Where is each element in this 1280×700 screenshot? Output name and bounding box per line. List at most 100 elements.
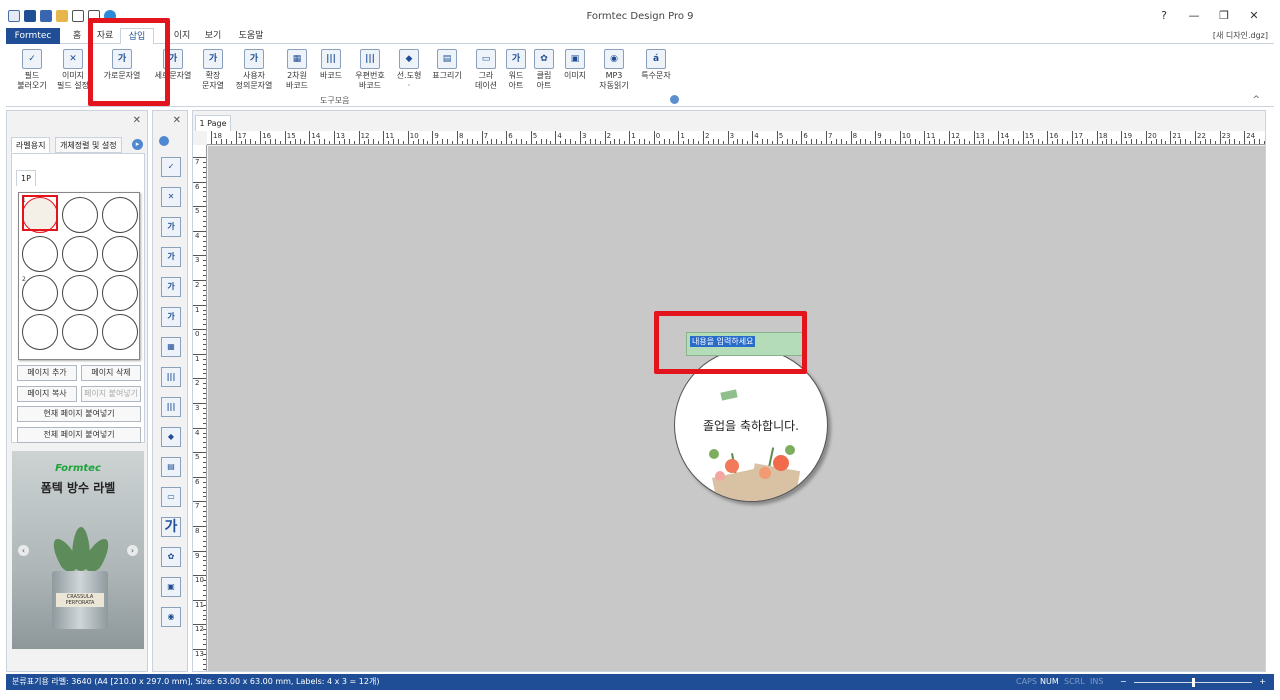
ruler-minor-tick — [683, 141, 685, 144]
ruler-minor-tick — [865, 139, 867, 144]
delete-page-button[interactable]: 페이지 삭제 — [81, 365, 141, 381]
shapes-tool[interactable]: ◆ — [161, 427, 181, 447]
ruler-minor-tick — [1126, 141, 1128, 144]
label-cell[interactable] — [62, 197, 98, 233]
ad-next-button[interactable]: › — [127, 545, 138, 556]
postal-barcode-button[interactable]: ||| 우편번호 바코드 — [350, 49, 390, 91]
paste-all-pages-button[interactable]: 전체 페이지 붙여넣기 — [17, 427, 141, 443]
barcode-button[interactable]: ||| 바코드 — [316, 49, 346, 81]
ruler-minor-tick — [466, 139, 468, 144]
close-toolstrip-icon[interactable]: ✕ — [173, 115, 181, 126]
panel-arrow-icon[interactable]: ▸ — [132, 139, 143, 150]
label-cell[interactable] — [22, 314, 58, 350]
ruler-minor-tick — [412, 141, 414, 144]
help-window-button[interactable]: ? — [1156, 9, 1172, 23]
tab-formtec[interactable]: Formtec — [6, 28, 60, 44]
ruler-label: 9 — [195, 551, 200, 560]
image-field-tool[interactable]: ✕ — [161, 187, 181, 207]
ruler-minor-tick — [673, 141, 675, 144]
ruler-minor-tick — [624, 141, 626, 144]
close-window-button[interactable]: ✕ — [1246, 9, 1262, 23]
paste-page-button[interactable]: 페이지 붙여넣기 — [81, 386, 141, 402]
close-panel-icon[interactable]: ✕ — [133, 115, 141, 126]
label-cell[interactable] — [62, 314, 98, 350]
tab-object-align[interactable]: 개체정렬 및 설정 — [55, 137, 122, 153]
label-cell[interactable] — [102, 275, 138, 311]
ruler-minor-tick — [1106, 139, 1108, 144]
zoom-in-button[interactable]: + — [1259, 674, 1266, 690]
tab-label-sheet[interactable]: 라벨용지 — [11, 137, 51, 153]
page-tab-1p[interactable]: 1P — [16, 170, 36, 186]
label-cell[interactable] — [102, 236, 138, 272]
table-button[interactable]: ▤ 표그리기 — [430, 49, 464, 81]
design-canvas[interactable]: 졸업을 축하합니다. 내용을 입력하세요 — [208, 146, 1265, 671]
ruler-minor-tick — [442, 139, 444, 144]
ruler-major-tick — [481, 131, 483, 144]
custom-text-tool[interactable]: 가 — [161, 307, 181, 327]
tab-view[interactable]: 보기 — [200, 28, 226, 44]
gradient-tool[interactable]: ▭ — [161, 487, 181, 507]
tab-image[interactable]: 이지 — [168, 28, 196, 44]
label-cell[interactable] — [102, 314, 138, 350]
ad-prev-button[interactable]: ‹ — [18, 545, 29, 556]
special-chars-button[interactable]: á 특수문자 — [638, 49, 674, 81]
field-load-button[interactable]: ✓ 필드 불러오기 — [14, 49, 50, 91]
clip-art-button[interactable]: ✿ 클립 아트 — [532, 49, 556, 91]
word-art-button[interactable]: 가 워드 아트 — [504, 49, 528, 91]
ruler-minor-tick — [1062, 139, 1064, 144]
toolstrip-arrow-icon[interactable] — [159, 136, 169, 146]
ruler-minor-tick — [476, 141, 478, 144]
table-tool[interactable]: ▤ — [161, 457, 181, 477]
checkmark-icon: ✓ — [22, 49, 42, 69]
group-launcher-icon[interactable] — [670, 95, 679, 104]
label-cell[interactable] — [22, 275, 58, 311]
tab-help[interactable]: 도움말 — [234, 28, 268, 44]
postal-barcode-tool[interactable]: ||| — [161, 397, 181, 417]
mp3-autoread-button[interactable]: ◉ MP3 자동읽기 — [594, 49, 634, 91]
ruler-label: 8 — [852, 132, 858, 140]
label-cell[interactable] — [62, 275, 98, 311]
custom-text-button[interactable]: 가 사용자 정의문자열 — [232, 49, 276, 91]
qr-barcode-tool[interactable]: ▦ — [161, 337, 181, 357]
image-tool[interactable]: ▣ — [161, 577, 181, 597]
label-cell[interactable] — [22, 236, 58, 272]
ruler-minor-tick — [806, 141, 808, 144]
ruler-minor-tick — [461, 141, 463, 144]
word-art-tool[interactable]: 가 — [161, 517, 181, 537]
tab-home[interactable]: 홈 — [64, 28, 90, 44]
ruler-minor-tick — [1052, 141, 1054, 144]
ruler-minor-tick — [1180, 139, 1182, 144]
zoom-out-button[interactable]: − — [1120, 674, 1127, 690]
ruler-label: 6 — [195, 182, 200, 191]
label-cell[interactable] — [102, 197, 138, 233]
qr-barcode-button[interactable]: ▦ 2차원 바코드 — [282, 49, 312, 91]
vertical-text-tool[interactable]: 가 — [161, 247, 181, 267]
label-cell[interactable] — [62, 236, 98, 272]
clip-art-tool[interactable]: ✿ — [161, 547, 181, 567]
minimize-button[interactable]: — — [1186, 9, 1202, 23]
ruler-minor-tick — [203, 383, 206, 385]
advertisement-banner[interactable]: Formtec 폼텍 방수 라벨 ‹ › CRASSULA PERFORATA — [12, 451, 144, 649]
paste-current-page-button[interactable]: 현재 페이지 붙여넣기 — [17, 406, 141, 422]
ruler-minor-tick — [203, 565, 206, 567]
collapse-ribbon-button[interactable]: ^ — [1252, 95, 1260, 105]
ruler-minor-tick — [634, 141, 636, 144]
barcode-tool[interactable]: ||| — [161, 367, 181, 387]
zoom-slider-thumb[interactable] — [1192, 678, 1195, 687]
ruler-minor-tick — [203, 398, 206, 400]
restore-button[interactable]: ❐ — [1216, 9, 1232, 23]
page-tab-1[interactable]: 1 Page — [195, 115, 231, 131]
graduation-text[interactable]: 졸업을 축하합니다. — [675, 417, 827, 434]
horizontal-text-tool[interactable]: 가 — [161, 217, 181, 237]
ruler-minor-tick — [437, 141, 439, 144]
image-button[interactable]: ▣ 이미지 — [560, 49, 590, 81]
field-load-tool[interactable]: ✓ — [161, 157, 181, 177]
extended-text-button[interactable]: 가 확장 문자열 — [198, 49, 228, 91]
gradient-button[interactable]: ▭ 그라 데이션 — [472, 49, 500, 91]
copy-page-button[interactable]: 페이지 복사 — [17, 386, 77, 402]
add-page-button[interactable]: 페이지 추가 — [17, 365, 77, 381]
mp3-tool[interactable]: ◉ — [161, 607, 181, 627]
image-field-settings-button[interactable]: ✕ 이미지 필드 설정 — [56, 49, 90, 91]
shapes-button[interactable]: ◆ 선.도형 · — [394, 49, 424, 91]
extended-text-tool[interactable]: 가 — [161, 277, 181, 297]
